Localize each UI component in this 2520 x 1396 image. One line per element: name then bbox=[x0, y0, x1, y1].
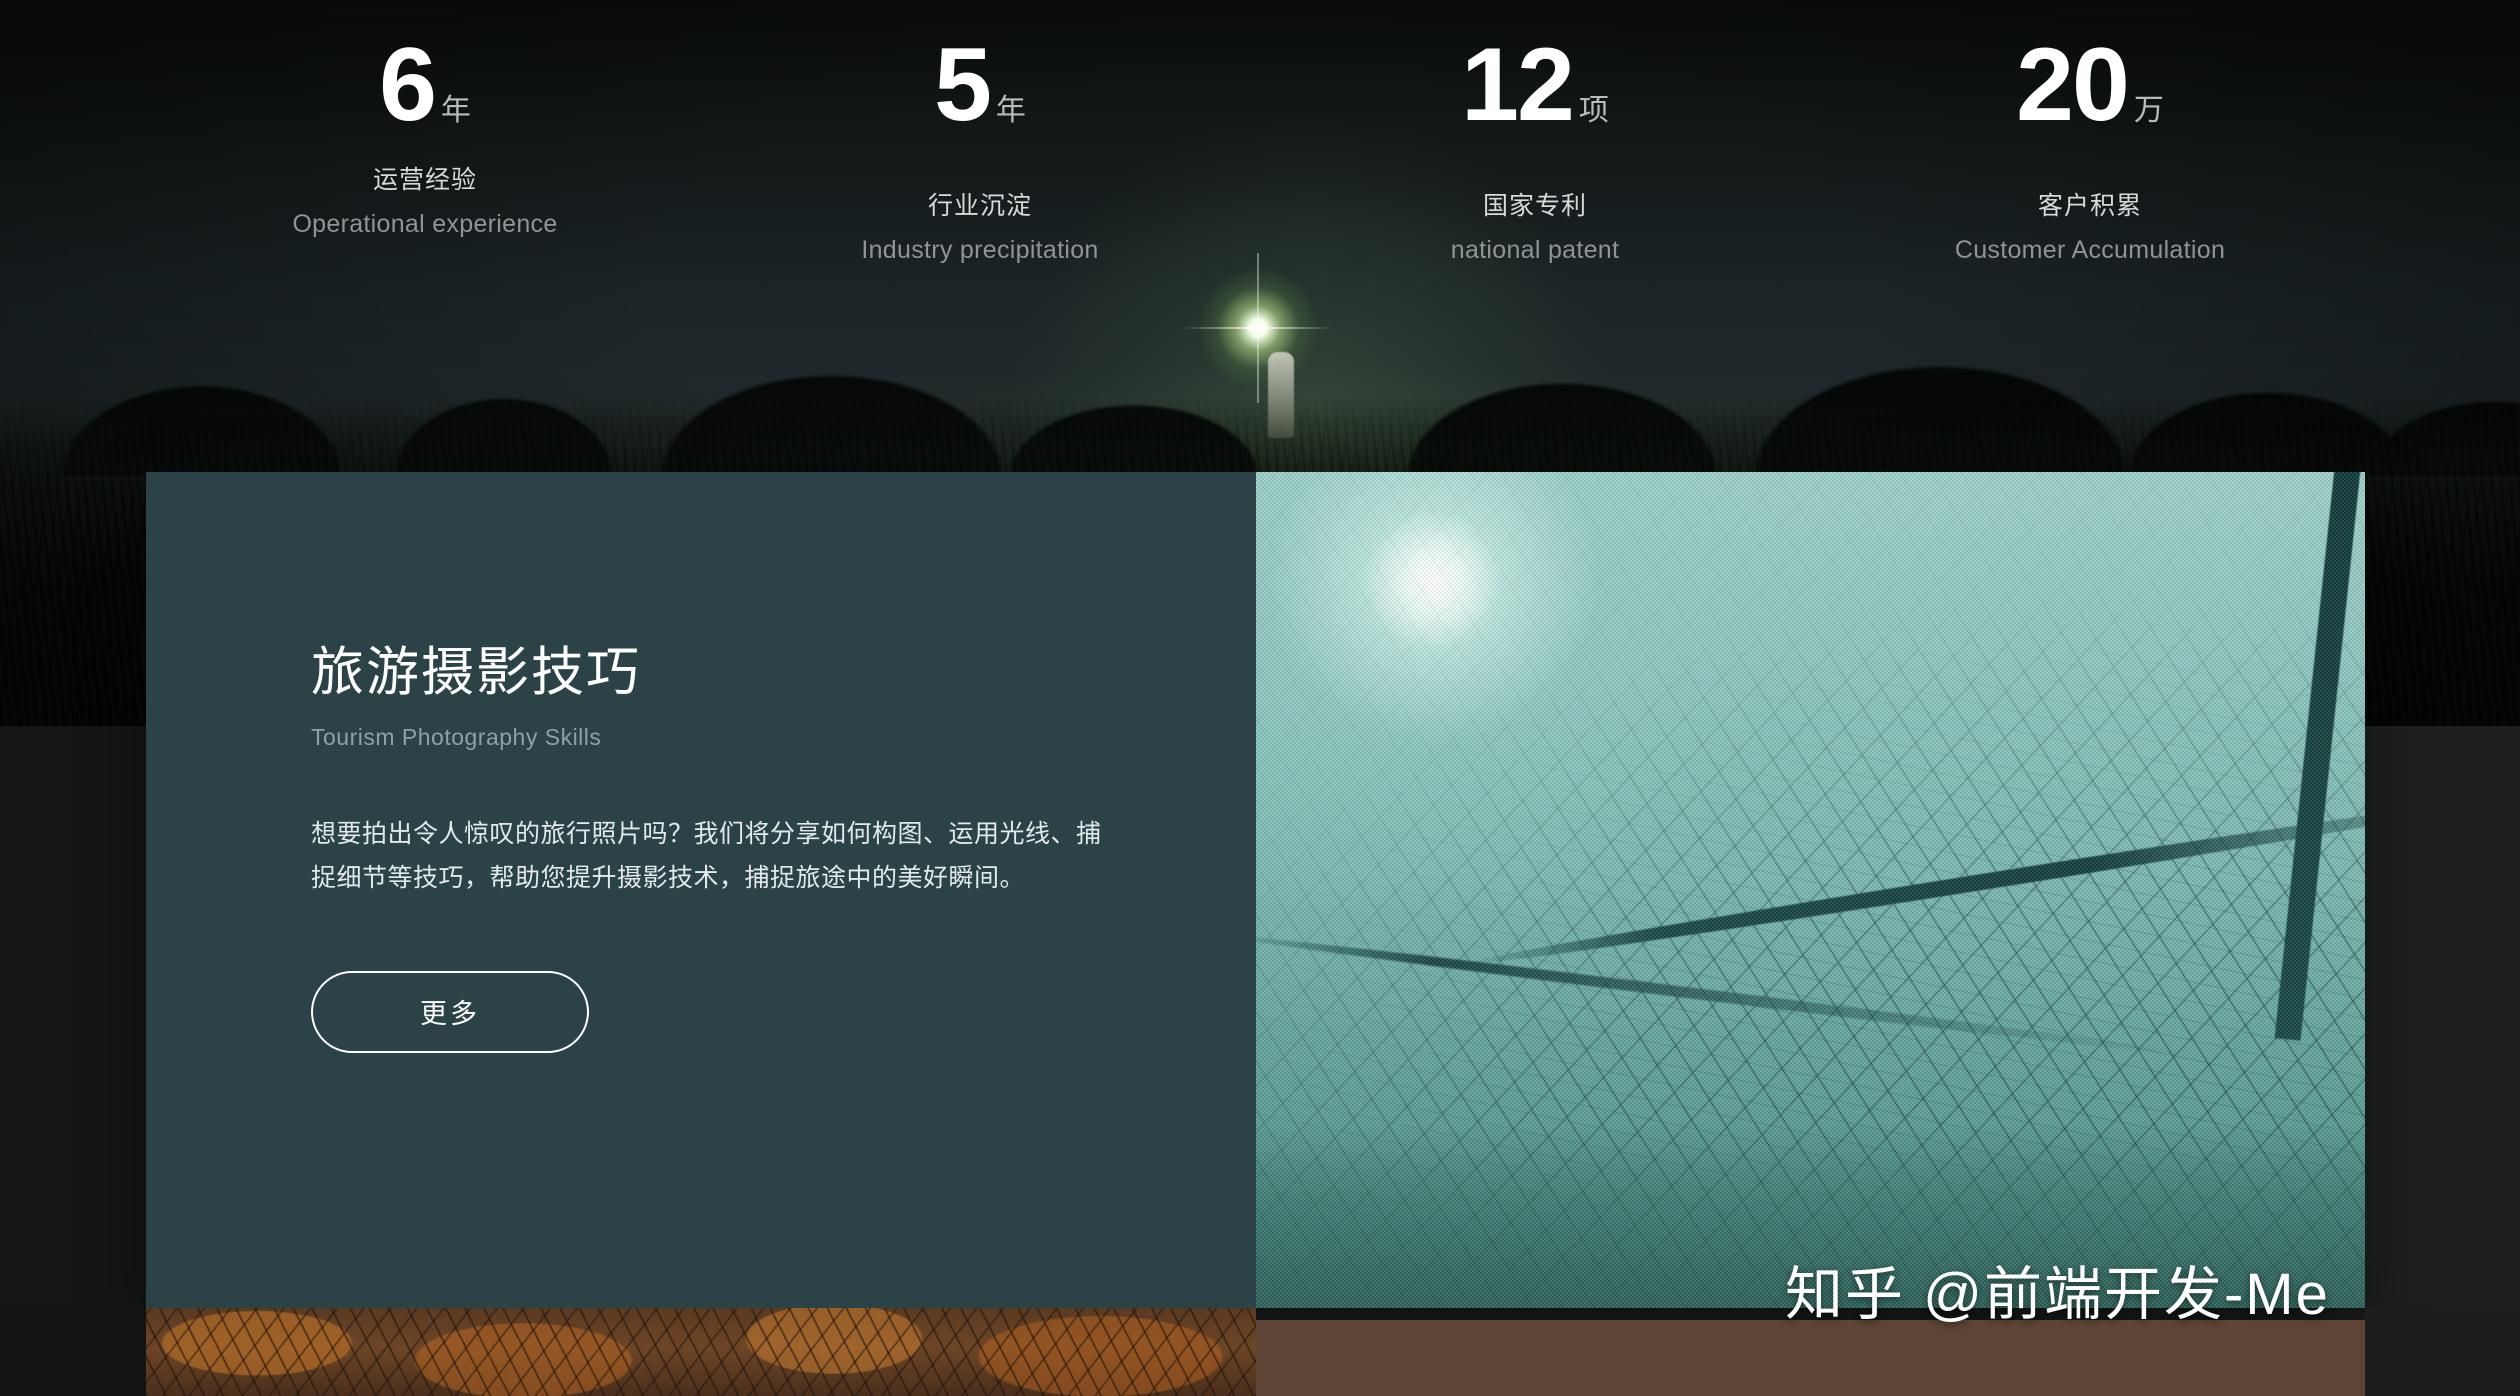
more-button[interactable]: 更多 bbox=[311, 970, 589, 1053]
right-dark-margin bbox=[2365, 726, 2520, 1308]
left-dark-margin bbox=[0, 726, 146, 1308]
stat-label-en: national patent bbox=[1450, 235, 1620, 264]
stat-unit: 万 bbox=[2133, 93, 2164, 127]
watermark-text: 知乎 @前端开发-Me bbox=[1785, 1262, 2330, 1327]
stat-unit: 项 bbox=[1578, 93, 1609, 127]
feature-card-body-text: 想要拍出令人惊叹的旅行照片吗？我们将分享如何构图、运用光线、捕捉细节等技巧，帮助… bbox=[311, 820, 1102, 893]
stat-unit: 年 bbox=[440, 93, 471, 127]
stat-label-cn: 行业沉淀 bbox=[927, 191, 1032, 220]
autumn-photo-strip[interactable] bbox=[146, 1308, 1256, 1396]
stat-number: 20 bbox=[2016, 27, 2130, 143]
autumn-twig-texture bbox=[146, 1308, 1256, 1396]
stat-label-cn: 运营经验 bbox=[372, 165, 477, 194]
stat-item-customer-accumulation: 20 万 客户积累 Customer Accumulation bbox=[1900, 27, 2280, 265]
stat-label-cn: 国家专利 bbox=[1482, 191, 1587, 220]
stat-number-line: 5 年 bbox=[790, 27, 1170, 143]
stat-item-operational-experience: 6 年 运营经验 Operational experience bbox=[235, 27, 615, 239]
stat-item-national-patent: 12 项 国家专利 national patent bbox=[1345, 27, 1725, 265]
feature-card-text-panel: 旅游摄影技巧 Tourism Photography Skills 想要拍出令人… bbox=[146, 472, 1256, 1308]
stat-number-line: 12 项 bbox=[1345, 27, 1725, 143]
bottom-left-dark-margin bbox=[0, 1308, 146, 1396]
stat-number: 6 bbox=[379, 27, 437, 143]
stat-number: 5 bbox=[934, 27, 992, 143]
stat-label-en: Operational experience bbox=[292, 209, 558, 238]
stat-number-line: 20 万 bbox=[1900, 27, 2280, 143]
feature-card[interactable]: 旅游摄影技巧 Tourism Photography Skills 想要拍出令人… bbox=[146, 472, 2365, 1308]
stat-item-industry-precipitation: 5 年 行业沉淀 Industry precipitation bbox=[790, 27, 1170, 265]
photo-film-grain bbox=[1256, 472, 2365, 1308]
page-stage: 6 年 运营经验 Operational experience 5 年 行业沉淀… bbox=[0, 0, 2520, 1396]
stat-label-cn: 客户积累 bbox=[2037, 191, 2142, 220]
feature-card-subtitle: Tourism Photography Skills bbox=[311, 724, 602, 751]
stat-unit: 年 bbox=[995, 93, 1026, 127]
stats-row: 6 年 运营经验 Operational experience 5 年 行业沉淀… bbox=[0, 0, 2520, 330]
stat-number-line: 6 年 bbox=[235, 27, 615, 143]
feature-card-title: 旅游摄影技巧 bbox=[311, 643, 641, 702]
stat-label-en: Industry precipitation bbox=[861, 235, 1099, 264]
stat-number: 12 bbox=[1461, 27, 1575, 143]
bottom-brown-panel bbox=[1256, 1320, 2365, 1396]
stat-label-en: Customer Accumulation bbox=[1954, 235, 2226, 264]
feature-card-photo bbox=[1256, 472, 2365, 1308]
bottom-right-dark-margin bbox=[2365, 1308, 2520, 1396]
